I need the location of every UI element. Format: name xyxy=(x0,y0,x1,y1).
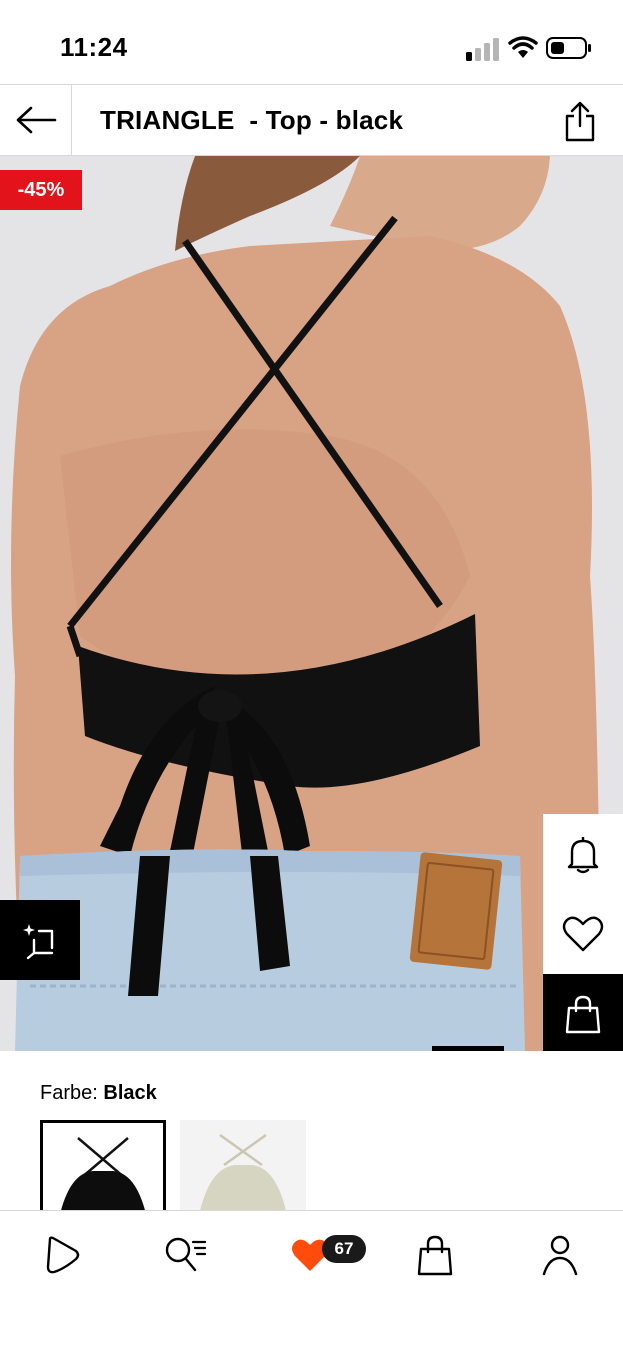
product-photo xyxy=(0,156,623,1051)
arrow-left-icon xyxy=(16,106,56,134)
tab-search[interactable] xyxy=(158,1229,214,1281)
discount-badge: -45% xyxy=(0,170,82,210)
back-button[interactable] xyxy=(0,85,72,155)
tab-home[interactable] xyxy=(34,1229,90,1281)
share-button[interactable] xyxy=(556,97,604,145)
swatch-image-beige xyxy=(180,1120,306,1212)
add-to-bag-button[interactable] xyxy=(543,974,623,1051)
shopping-bag-icon xyxy=(417,1235,453,1276)
search-list-icon xyxy=(165,1237,207,1272)
color-swatches xyxy=(40,1120,623,1212)
color-label: Farbe: Black xyxy=(40,1082,157,1105)
status-bar: 11:24 xyxy=(0,0,623,84)
color-label-prefix: Farbe: xyxy=(40,1082,98,1104)
heart-icon xyxy=(562,916,604,952)
sparkle-crop-icon xyxy=(23,924,54,960)
share-icon xyxy=(565,101,595,142)
favorites-count-badge: 67 xyxy=(322,1235,366,1263)
tab-bag[interactable] xyxy=(407,1229,463,1281)
side-actions xyxy=(543,814,623,1051)
shopping-bag-icon xyxy=(565,995,601,1034)
user-icon xyxy=(542,1235,578,1276)
wifi-icon xyxy=(508,36,538,58)
home-play-icon xyxy=(46,1236,80,1274)
color-value: Black xyxy=(103,1082,157,1104)
bell-icon xyxy=(567,837,599,874)
battery-icon xyxy=(546,37,591,59)
top-navigation: TRIANGLE - Top - black xyxy=(0,84,623,156)
status-time: 11:24 xyxy=(60,32,128,62)
page-title: TRIANGLE - Top - black xyxy=(100,105,404,135)
color-swatch-black[interactable] xyxy=(40,1120,166,1212)
carousel-indicator xyxy=(432,1046,504,1051)
wishlist-button[interactable] xyxy=(543,894,623,974)
bottom-tab-bar: 67 xyxy=(0,1210,623,1350)
swatch-image-black xyxy=(43,1123,163,1212)
visual-search-button[interactable] xyxy=(0,900,80,980)
color-swatch-beige[interactable] xyxy=(180,1120,306,1212)
product-image[interactable]: -45% xyxy=(0,156,623,1051)
cellular-signal-icon xyxy=(466,38,499,61)
tab-profile[interactable] xyxy=(532,1229,588,1281)
notify-button[interactable] xyxy=(543,814,623,894)
